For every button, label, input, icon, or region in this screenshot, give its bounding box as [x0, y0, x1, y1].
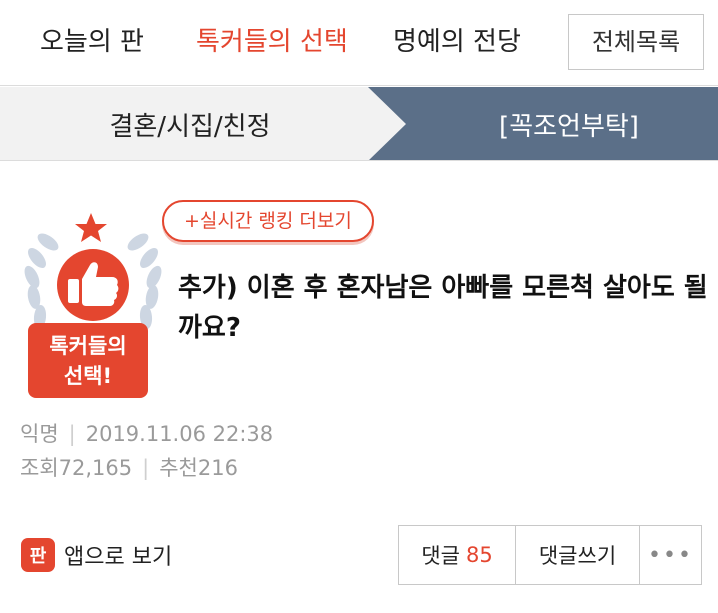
- post-views: 조회72,165: [20, 456, 133, 480]
- post-recommends: 추천216: [159, 456, 238, 480]
- pann-app-icon: 판: [21, 538, 55, 572]
- comment-count: 85: [465, 543, 493, 567]
- laurel-left-icon: [24, 233, 59, 329]
- category-subsection-link[interactable]: [꼭조언부탁]: [420, 87, 718, 160]
- post-meta-line1: 익명 | 2019.11.06 22:38: [20, 418, 273, 448]
- talkers-choice-emblem: 톡커들의 선택!: [18, 205, 168, 400]
- emblem-line1: 톡커들의: [49, 334, 126, 358]
- realtime-ranking-link[interactable]: +실시간 랭킹 더보기: [162, 200, 374, 242]
- svg-text:판: 판: [30, 546, 47, 567]
- comments-button[interactable]: 댓글 85: [399, 526, 516, 584]
- post-title: 추가) 이혼 후 혼자남은 아빠를 모른척 살아도 될까요?: [178, 273, 708, 343]
- post-date: 2019.11.06 22:38: [85, 422, 274, 446]
- top-nav: 오늘의 판 톡커들의 선택 명예의 전당 전체목록: [0, 0, 718, 86]
- category-breadcrumb: 결혼/시집/친정 [꼭조언부탁]: [0, 87, 718, 161]
- all-list-button[interactable]: 전체목록: [568, 14, 704, 70]
- meta-divider: |: [142, 456, 150, 480]
- category-section-link[interactable]: 결혼/시집/친정: [0, 87, 380, 160]
- star-icon: [75, 213, 107, 242]
- more-options-icon[interactable]: •••: [640, 526, 701, 584]
- app-view-button[interactable]: 판 앱으로 보기: [20, 535, 172, 575]
- write-comment-button[interactable]: 댓글쓰기: [516, 526, 640, 584]
- app-view-label: 앱으로 보기: [64, 545, 173, 570]
- tab-today[interactable]: 오늘의 판: [40, 22, 144, 62]
- comments-label: 댓글: [421, 544, 460, 568]
- post-author: 익명: [20, 422, 59, 446]
- meta-divider: |: [68, 422, 76, 446]
- tab-talkers-choice[interactable]: 톡커들의 선택: [196, 22, 348, 62]
- laurel-right-icon: [127, 233, 162, 329]
- tab-hall-of-fame[interactable]: 명예의 전당: [393, 22, 521, 62]
- post-meta-line2: 조회72,165 | 추천216: [20, 452, 238, 482]
- post-actions: 댓글 85 댓글쓰기 •••: [398, 525, 702, 585]
- emblem-line2: 선택!: [64, 364, 112, 388]
